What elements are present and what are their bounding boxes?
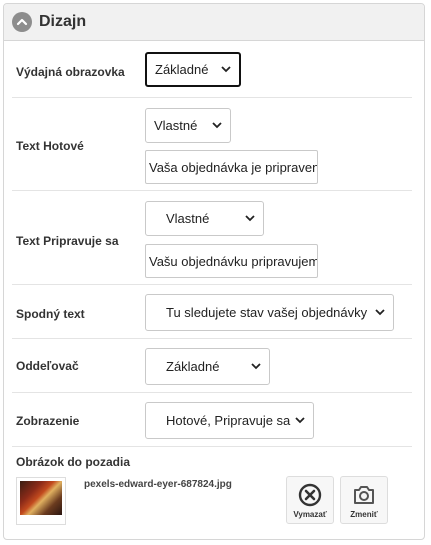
chevron-down-icon: [293, 417, 307, 424]
chevron-up-circle-icon[interactable]: [12, 12, 32, 32]
change-image-label: Zmeniť: [350, 510, 378, 519]
row-vydajna-obrazovka: Výdajná obrazovka Základné: [12, 41, 412, 98]
zobrazenie-label: Zobrazenie: [16, 414, 80, 428]
chevron-down-icon: [219, 66, 233, 73]
text-hotove-label: Text Hotové: [16, 139, 84, 153]
change-image-button[interactable]: Zmeniť: [340, 476, 388, 524]
chevron-down-icon: [243, 215, 257, 222]
text-pripravuje-sa-label: Text Pripravuje sa: [16, 234, 119, 248]
camera-icon: [352, 483, 376, 507]
text-hotove-select[interactable]: Vlastné: [145, 108, 231, 143]
panel-header[interactable]: Dizajn: [4, 4, 424, 41]
text-pripravuje-sa-select[interactable]: Vlastné: [145, 201, 264, 236]
background-image-preview: [20, 481, 62, 515]
delete-image-label: Vymazať: [293, 510, 327, 519]
obrazok-do-pozadia-label: Obrázok do pozadia: [16, 455, 131, 469]
background-image-thumbnail: [16, 477, 66, 525]
text-hotove-input[interactable]: Vaša objednávka je pripravená: [145, 150, 318, 184]
design-panel: Dizajn Výdajná obrazovka Základné Text H…: [3, 3, 425, 540]
close-circle-icon: [298, 483, 322, 507]
vydajna-obrazovka-label: Výdajná obrazovka: [16, 65, 125, 79]
oddelovac-label: Oddeľovač: [16, 359, 79, 373]
background-image-filename: pexels-edward-eyer-687824.jpg: [84, 479, 232, 490]
oddelovac-select[interactable]: Základné: [145, 348, 270, 385]
row-zobrazenie: Zobrazenie Hotové, Pripravuje sa: [12, 393, 412, 447]
chevron-down-icon: [249, 363, 263, 370]
panel-title: Dizajn: [39, 13, 87, 30]
chevron-down-icon: [210, 122, 224, 129]
row-oddelovac: Oddeľovač Základné: [12, 339, 412, 393]
spodny-text-label: Spodný text: [16, 307, 85, 321]
text-pripravuje-sa-input[interactable]: Vašu objednávku pripravujeme: [145, 244, 318, 278]
row-text-pripravuje-sa: Text Pripravuje sa Vlastné Vašu objednáv…: [12, 191, 412, 285]
row-text-hotove: Text Hotové Vlastné Vaša objednávka je p…: [12, 98, 412, 191]
chevron-down-icon: [373, 309, 387, 316]
vydajna-obrazovka-select[interactable]: Základné: [145, 52, 241, 87]
delete-image-button[interactable]: Vymazať: [286, 476, 334, 524]
zobrazenie-select[interactable]: Hotové, Pripravuje sa: [145, 402, 314, 439]
row-spodny-text: Spodný text Tu sledujete stav vašej obje…: [12, 285, 412, 339]
spodny-text-select[interactable]: Tu sledujete stav vašej objednávky: [145, 294, 394, 331]
